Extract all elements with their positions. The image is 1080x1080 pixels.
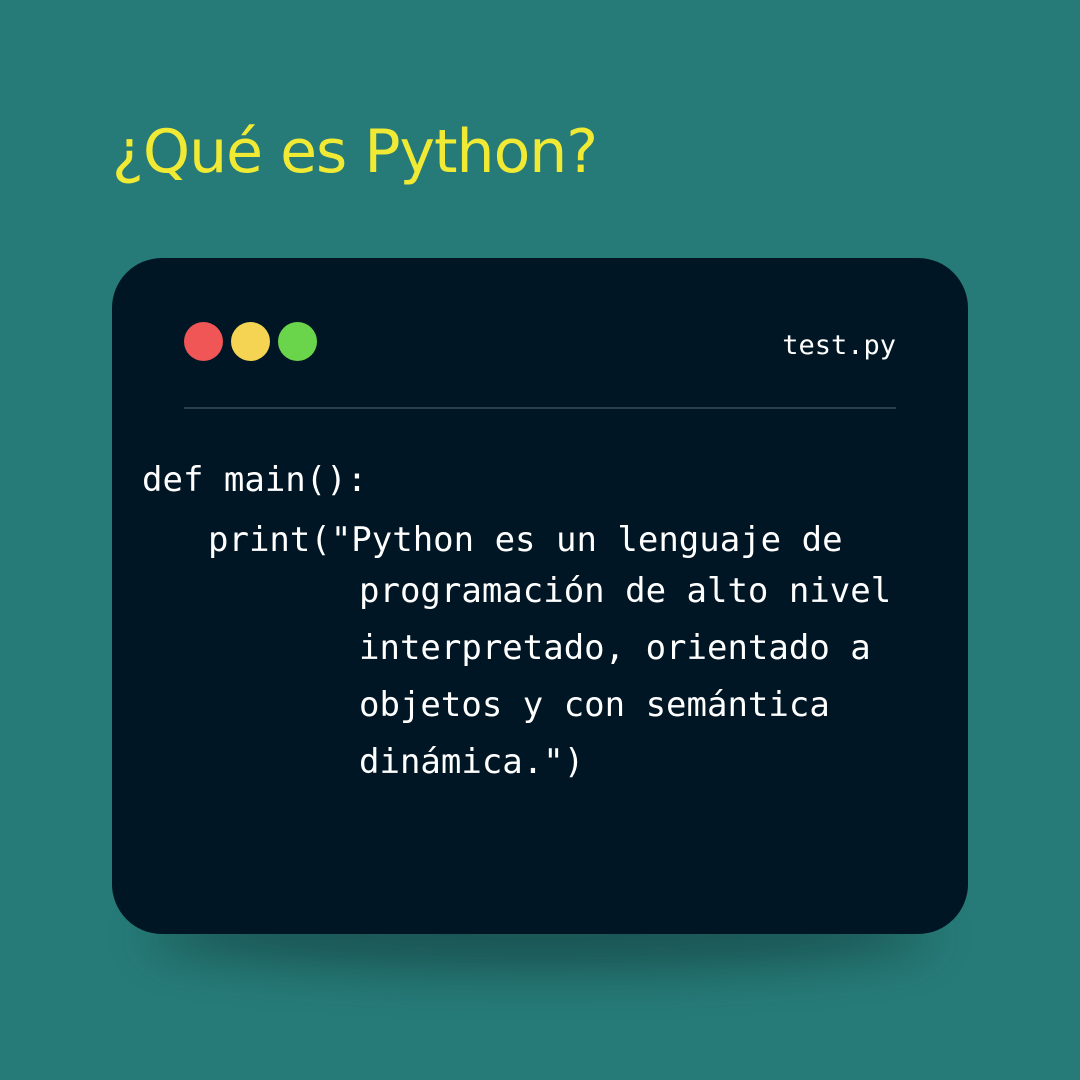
header-divider	[184, 407, 896, 409]
code-continuation: programación de alto nivel interpretado, …	[359, 563, 891, 791]
page-title: ¿Qué es Python?	[112, 117, 598, 187]
minimize-dot-icon	[231, 322, 270, 361]
code-line-def: def main():	[142, 460, 368, 500]
code-continuation-line: interpretado, orientado a	[359, 628, 871, 668]
maximize-dot-icon	[278, 322, 317, 361]
code-window: test.py def main(): print("Python es un …	[112, 258, 968, 934]
code-continuation-line: dinámica.")	[359, 742, 585, 782]
code-continuation-line: objetos y con semántica	[359, 685, 830, 725]
code-continuation-line: programación de alto nivel	[359, 571, 892, 611]
code-line-print: print("Python es un lenguaje de	[208, 520, 843, 560]
close-dot-icon	[184, 322, 223, 361]
file-name-label: test.py	[782, 330, 896, 361]
